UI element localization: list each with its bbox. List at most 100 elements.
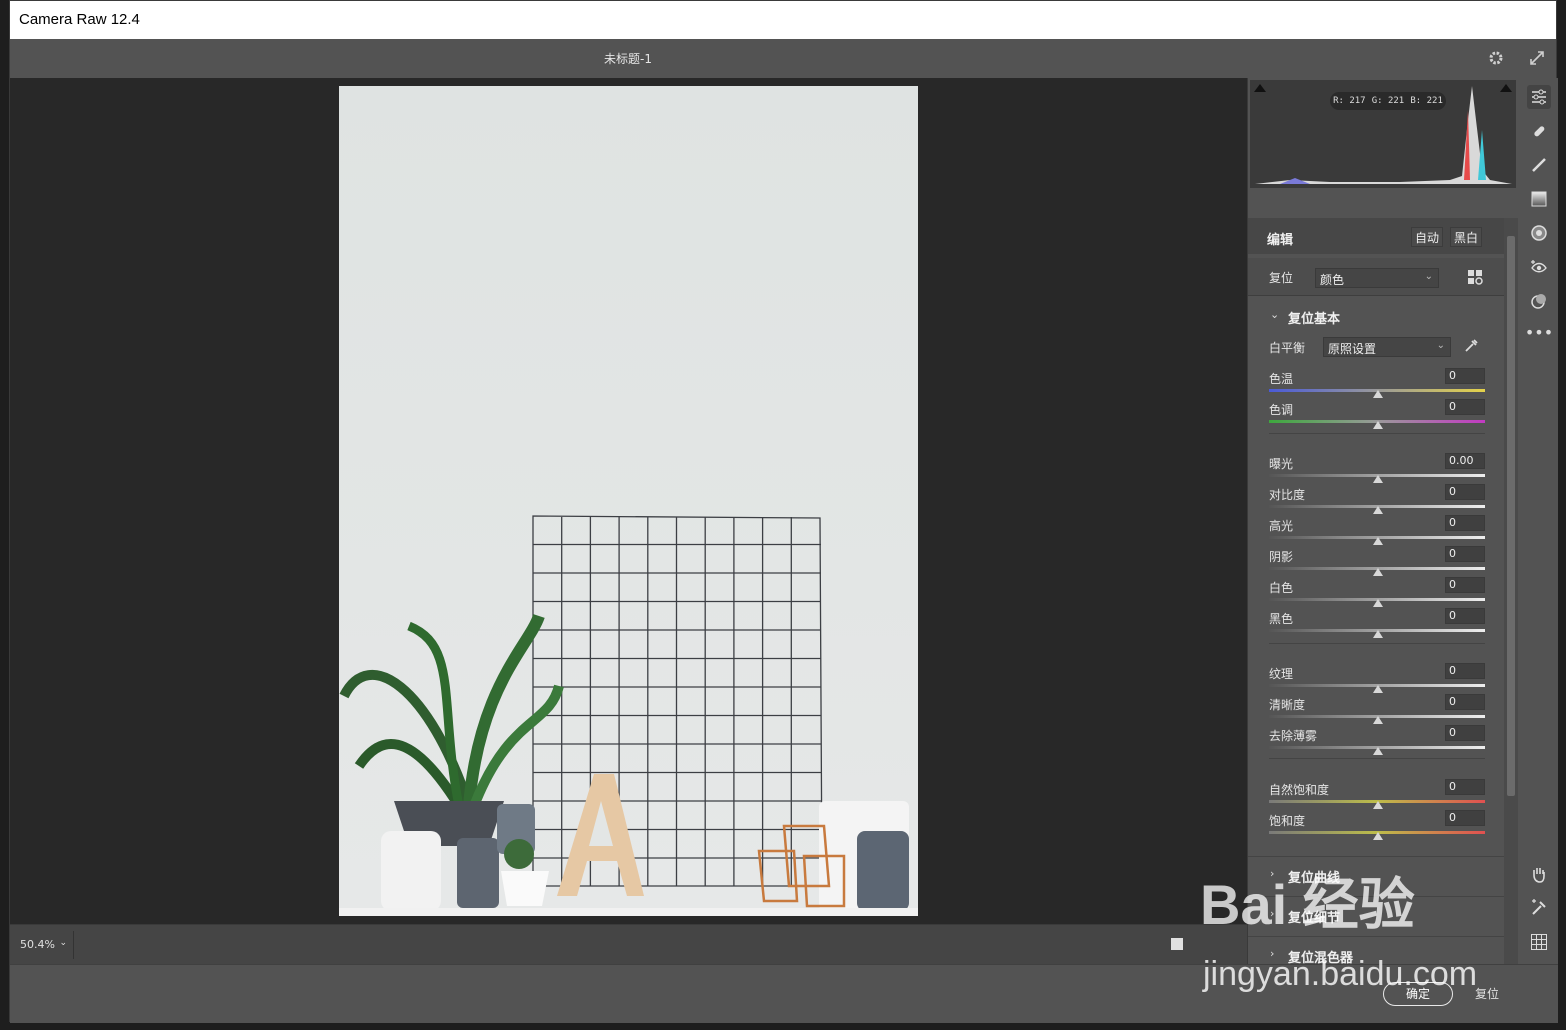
- more-icon[interactable]: •••: [1525, 320, 1553, 344]
- baidu-watermark-logo: Bai 经验: [1200, 873, 1415, 936]
- document-title: 未标题-1: [604, 52, 652, 66]
- edit-sliders-icon[interactable]: [1527, 85, 1551, 109]
- slider-row: 阴影 0: [1269, 546, 1485, 578]
- slider-value-input[interactable]: 0: [1445, 694, 1485, 710]
- slider-thumb[interactable]: [1373, 747, 1383, 755]
- section-divider: [1269, 433, 1485, 434]
- slider-label: 黑色: [1269, 612, 1294, 626]
- slider-thumb[interactable]: [1373, 832, 1383, 840]
- radial-filter-icon[interactable]: [1527, 221, 1551, 245]
- basic-section-header[interactable]: ⌄ 复位基本: [1248, 306, 1504, 330]
- black-white-button[interactable]: 黑白: [1450, 227, 1483, 247]
- profile-row: 复位 颜色 ⌄: [1248, 258, 1504, 296]
- white-balance-row: 白平衡 原照设置 ⌄: [1269, 337, 1485, 369]
- slider-label: 去除薄雾: [1269, 729, 1318, 743]
- slider-label: 纹理: [1269, 667, 1294, 681]
- slider-thumb[interactable]: [1373, 801, 1383, 809]
- slider-row: 去除薄雾 0: [1269, 725, 1485, 757]
- white-balance-value: 原照设置: [1328, 342, 1377, 356]
- slider-value-input[interactable]: 0.00: [1445, 453, 1485, 469]
- eyedropper-icon[interactable]: [1463, 338, 1479, 354]
- profile-value: 颜色: [1320, 273, 1345, 287]
- section-divider: [1269, 643, 1485, 644]
- slider-thumb[interactable]: [1373, 568, 1383, 576]
- slider-thumb[interactable]: [1373, 716, 1383, 724]
- reset-button[interactable]: 复位: [1475, 985, 1499, 1002]
- slider-thumb[interactable]: [1373, 630, 1383, 638]
- section-divider: [1269, 758, 1485, 759]
- slider-label: 清晰度: [1269, 698, 1306, 712]
- panel-scrollbar[interactable]: [1504, 218, 1518, 964]
- slider-thumb[interactable]: [1373, 475, 1383, 483]
- slider-value-input[interactable]: 0: [1445, 663, 1485, 679]
- slider-value-input[interactable]: 0: [1445, 399, 1485, 415]
- slider-value-input[interactable]: 0: [1445, 368, 1485, 384]
- crop-square-icon[interactable]: [1171, 938, 1183, 950]
- gear-icon[interactable]: [1485, 47, 1507, 69]
- zoom-select[interactable]: 50.4% ⌄: [12, 931, 74, 959]
- status-bar: 50.4% ⌄: [10, 924, 1247, 964]
- slider-label: 色温: [1269, 372, 1294, 386]
- histogram-graph: [1255, 86, 1512, 184]
- gradient-icon[interactable]: [1527, 187, 1551, 211]
- fullscreen-icon[interactable]: [1526, 47, 1548, 69]
- histogram: R: 217 G: 221 B: 221: [1250, 80, 1516, 188]
- slider-value-input[interactable]: 0: [1445, 546, 1485, 562]
- slider-row: 色调 0: [1269, 399, 1485, 431]
- slider-thumb[interactable]: [1373, 685, 1383, 693]
- top-toolbar: 未标题-1: [10, 39, 1556, 78]
- wire-grid: [532, 515, 823, 887]
- slider-value-input[interactable]: 0: [1445, 779, 1485, 795]
- healing-brush-icon[interactable]: [1527, 119, 1551, 143]
- chevron-down-icon: ⌄: [59, 938, 67, 948]
- slider-row: 饱和度 0: [1269, 810, 1485, 842]
- profile-label: 复位: [1269, 271, 1294, 285]
- slider-label: 阴影: [1269, 550, 1294, 564]
- slider-row: 色温 0: [1269, 368, 1485, 400]
- slider-value-input[interactable]: 0: [1445, 608, 1485, 624]
- slider-thumb[interactable]: [1373, 421, 1383, 429]
- red-eye-icon[interactable]: [1527, 255, 1551, 279]
- right-panel: R: 217 G: 221 B: 221 编辑 自动 黑白 复位 颜色 ⌄ ⌄ …: [1247, 78, 1518, 966]
- grid-overlay-icon[interactable]: [1527, 930, 1551, 954]
- chevron-down-icon: ⌄: [1424, 271, 1433, 282]
- slider-value-input[interactable]: 0: [1445, 577, 1485, 593]
- slider-label: 曝光: [1269, 457, 1294, 471]
- chevron-down-icon: ⌄: [1436, 340, 1445, 351]
- slider-row: 黑色 0: [1269, 608, 1485, 640]
- color-sampler-icon[interactable]: [1527, 896, 1551, 920]
- scrollbar-thumb[interactable]: [1507, 236, 1515, 796]
- slider-label: 白色: [1269, 581, 1294, 595]
- slider-row: 曝光 0.00: [1269, 453, 1485, 485]
- white-balance-select[interactable]: 原照设置 ⌄: [1323, 337, 1451, 357]
- slider-thumb[interactable]: [1373, 506, 1383, 514]
- profile-browser-icon[interactable]: [1468, 270, 1483, 285]
- preview-photo: [339, 86, 918, 916]
- profile-select[interactable]: 颜色 ⌄: [1315, 268, 1439, 288]
- slider-row: 白色 0: [1269, 577, 1485, 609]
- slider-label: 自然饱和度: [1269, 783, 1330, 797]
- slider-label: 饱和度: [1269, 814, 1306, 828]
- edit-label: 编辑: [1267, 233, 1294, 248]
- auto-button[interactable]: 自动: [1411, 227, 1444, 247]
- window-title: Camera Raw 12.4: [19, 11, 140, 28]
- slider-thumb[interactable]: [1373, 390, 1383, 398]
- slider-label: 对比度: [1269, 488, 1306, 502]
- basic-section-title: 复位基本: [1288, 312, 1341, 327]
- slider-value-input[interactable]: 0: [1445, 484, 1485, 500]
- slider-thumb[interactable]: [1373, 599, 1383, 607]
- slider-row: 对比度 0: [1269, 484, 1485, 516]
- white-balance-label: 白平衡: [1269, 341, 1306, 355]
- chevron-down-icon: ⌄: [1270, 308, 1280, 321]
- slider-value-input[interactable]: 0: [1445, 810, 1485, 826]
- slider-value-input[interactable]: 0: [1445, 725, 1485, 741]
- presets-icon[interactable]: [1527, 289, 1551, 313]
- slider-thumb[interactable]: [1373, 537, 1383, 545]
- slider-row: 纹理 0: [1269, 663, 1485, 695]
- brush-icon[interactable]: [1527, 153, 1551, 177]
- slider-row: 自然饱和度 0: [1269, 779, 1485, 811]
- image-canvas[interactable]: [10, 78, 1247, 924]
- hand-icon[interactable]: [1527, 862, 1551, 886]
- slider-value-input[interactable]: 0: [1445, 515, 1485, 531]
- baidu-watermark-url: jingyan.baidu.com: [1203, 955, 1478, 993]
